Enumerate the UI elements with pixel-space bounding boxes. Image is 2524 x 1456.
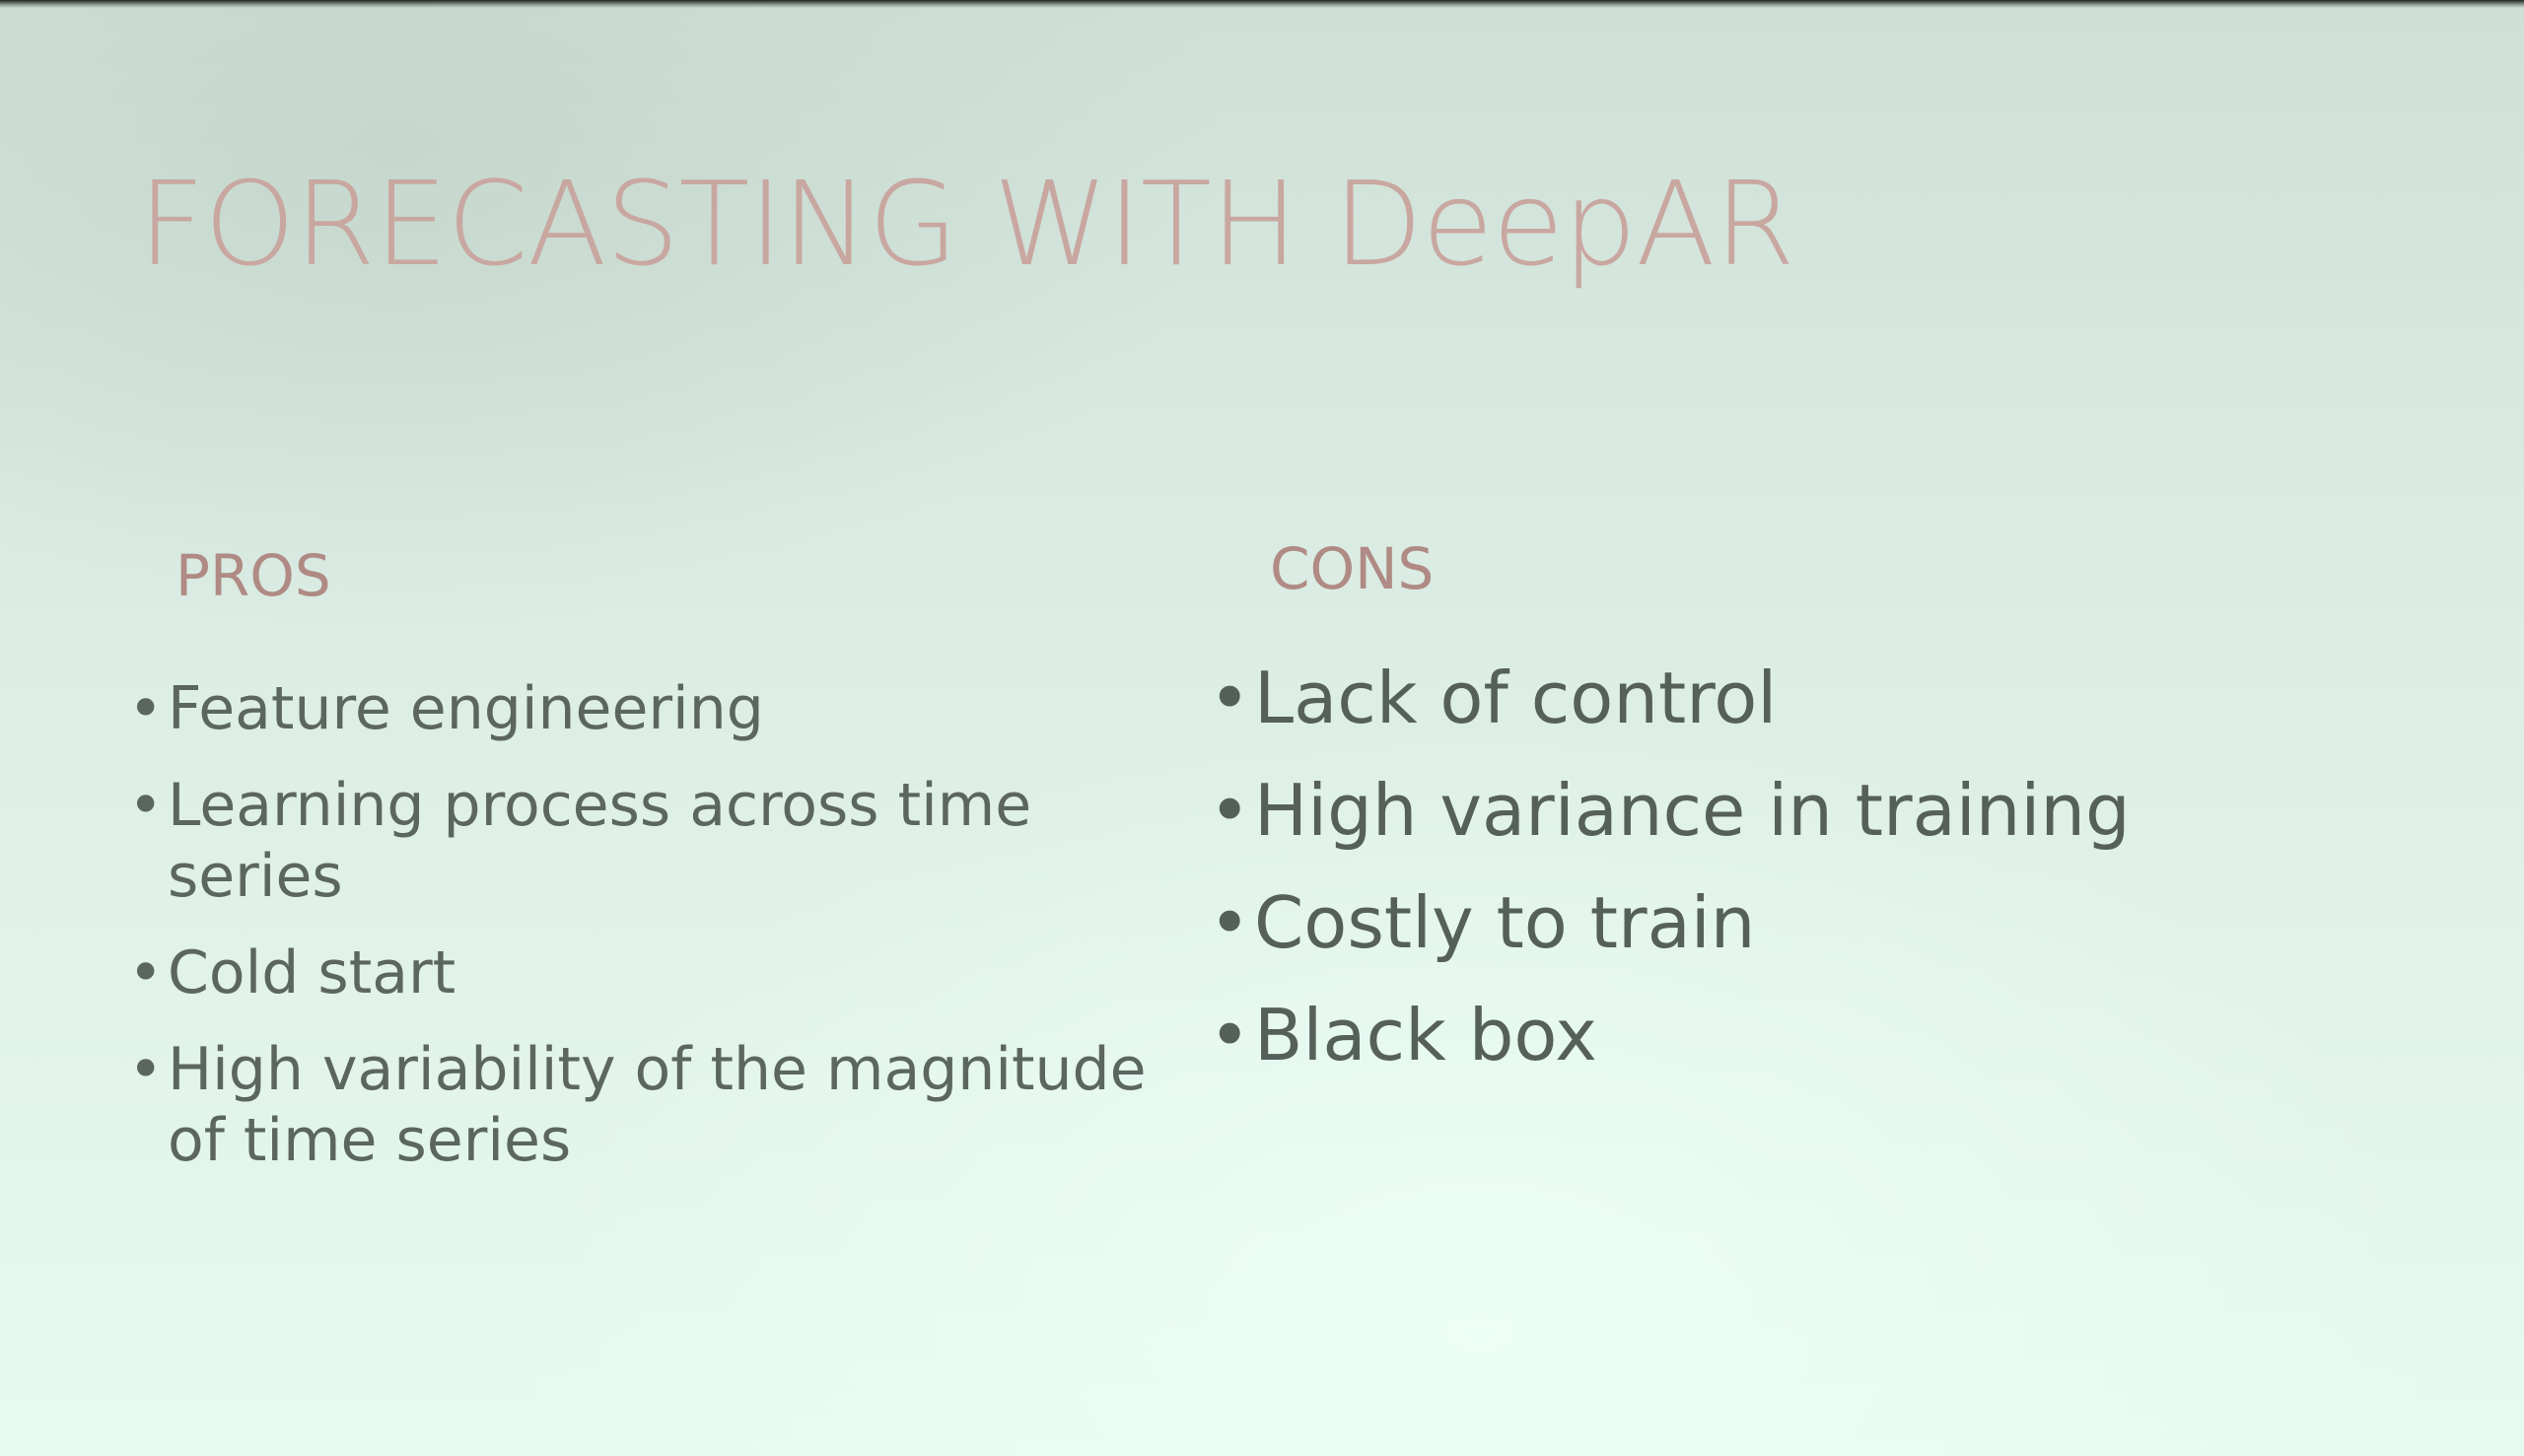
- pros-item-line: of time series: [168, 1106, 572, 1175]
- pros-item: • Feature engineering: [128, 673, 1114, 744]
- pros-item-line: series: [168, 842, 343, 911]
- bullet-icon: •: [128, 938, 164, 1007]
- cons-column: CONS • Lack of control • High variance i…: [1205, 540, 2289, 1106]
- bullet-icon: •: [1209, 881, 1251, 964]
- pros-heading: PROS: [175, 542, 331, 609]
- cons-item: • Black box: [1205, 994, 2289, 1076]
- pros-item: • Cold start: [128, 937, 1114, 1008]
- screen-top-edge: [0, 0, 2524, 8]
- bullet-icon: •: [1209, 657, 1251, 739]
- pros-item: • High variability of the magnitude of t…: [128, 1034, 1147, 1176]
- projected-slide: FORECASTING WITH DeepAR PROS • Feature e…: [0, 0, 2524, 1456]
- pros-column: PROS • Feature engineering • Learning pr…: [128, 542, 1147, 1202]
- bullet-icon: •: [128, 1035, 164, 1104]
- pros-item-line: Cold start: [168, 938, 456, 1007]
- cons-item-line: Black box: [1254, 994, 1597, 1076]
- slide-title: FORECASTING WITH DeepAR: [138, 156, 1795, 292]
- cons-heading: CONS: [1270, 535, 1435, 602]
- cons-item-line: Costly to train: [1254, 881, 1756, 964]
- cons-list: • Lack of control • High variance in tra…: [1205, 657, 2289, 1076]
- cons-item: • Lack of control: [1205, 657, 2289, 739]
- cons-item-line: Lack of control: [1254, 657, 1778, 739]
- pros-item-line: Learning process across time: [168, 771, 1032, 840]
- pros-item-line: Feature engineering: [168, 674, 764, 743]
- pros-item: • Learning process across time series: [128, 770, 1114, 912]
- bullet-icon: •: [1209, 769, 1251, 852]
- cons-item: • Costly to train: [1205, 881, 2289, 964]
- pros-item-line: High variability of the magnitude: [168, 1035, 1147, 1104]
- cons-item: • High variance in training: [1205, 769, 2289, 852]
- cons-item-line: High variance in training: [1254, 769, 2131, 852]
- bullet-icon: •: [128, 674, 164, 743]
- bullet-icon: •: [1209, 994, 1251, 1076]
- bullet-icon: •: [128, 771, 164, 840]
- pros-list: • Feature engineering • Learning process…: [128, 673, 1147, 1176]
